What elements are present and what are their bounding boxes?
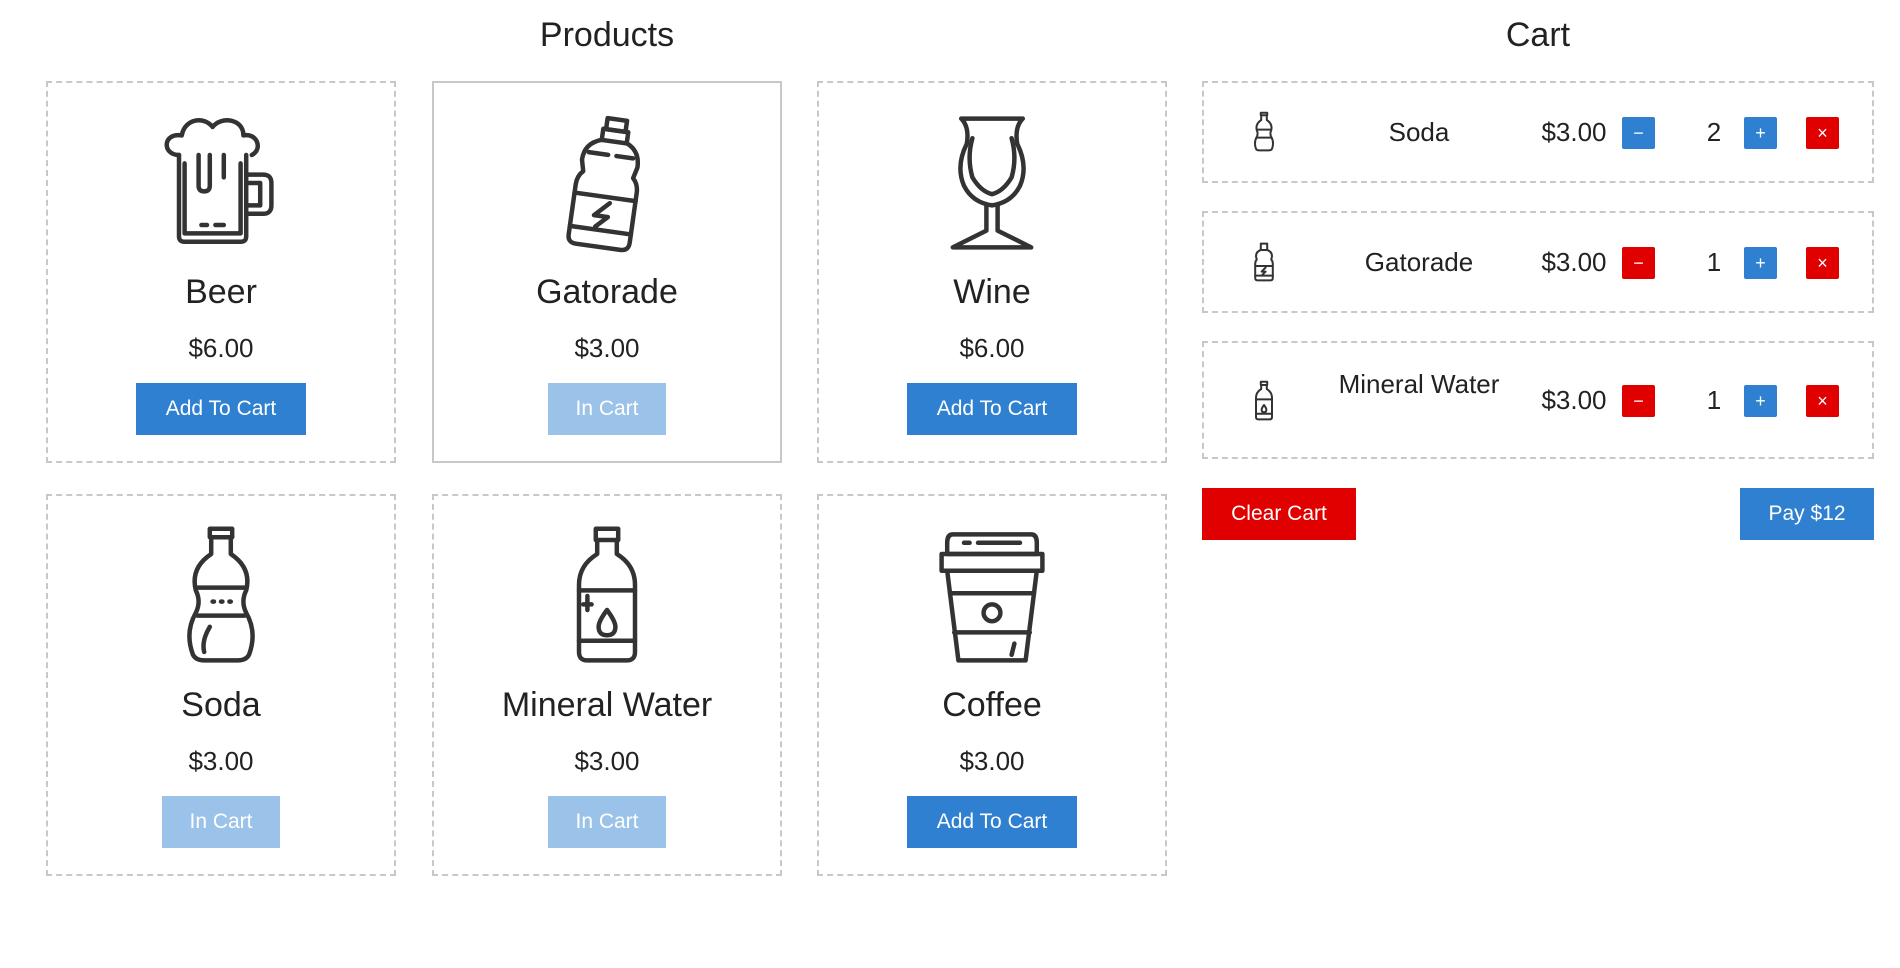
cart-item-gatorade: Gatorade $3.00 − 1 + ×	[1202, 211, 1874, 313]
product-name: Soda	[181, 686, 261, 724]
soda-bottle-icon	[48, 526, 394, 666]
cart-item-price: $3.00	[1541, 385, 1607, 415]
quantity-value: 2	[1706, 117, 1722, 147]
product-card-gatorade: Gatorade $3.00 In Cart	[432, 81, 782, 463]
in-cart-button[interactable]: In Cart	[548, 796, 666, 848]
sports-bottle-icon	[434, 113, 780, 253]
cart-item-name: Soda	[1388, 117, 1450, 147]
increase-quantity-button[interactable]: +	[1744, 385, 1777, 417]
clear-cart-button[interactable]: Clear Cart	[1202, 488, 1356, 540]
product-card-mineral-water: Mineral Water $3.00 In Cart	[432, 494, 782, 876]
product-price: $3.00	[959, 746, 1025, 776]
water-bottle-icon	[1244, 377, 1284, 425]
product-name: Gatorade	[536, 273, 678, 311]
cart-item-soda: Soda $3.00 − 2 + ×	[1202, 81, 1874, 183]
cart-item-name: Mineral Water	[1338, 369, 1500, 399]
product-card-coffee: Coffee $3.00 Add To Cart	[817, 494, 1167, 876]
cart-item-price: $3.00	[1541, 247, 1607, 277]
wine-glass-icon	[819, 113, 1165, 253]
cart-item-mineral-water: Mineral Water $3.00 − 1 + ×	[1202, 341, 1874, 459]
cart-item-price: $3.00	[1541, 117, 1607, 147]
water-bottle-icon	[434, 526, 780, 666]
in-cart-button[interactable]: In Cart	[548, 383, 666, 435]
product-name: Mineral Water	[501, 686, 713, 724]
product-name: Coffee	[942, 686, 1042, 724]
add-to-cart-button[interactable]: Add To Cart	[907, 383, 1077, 435]
cart-title: Cart	[1505, 16, 1571, 54]
remove-item-button[interactable]: ×	[1806, 247, 1839, 279]
decrease-quantity-button[interactable]: −	[1622, 247, 1655, 279]
quantity-value: 1	[1706, 247, 1722, 277]
product-name: Beer	[185, 273, 257, 311]
product-price: $6.00	[188, 333, 254, 363]
pay-button[interactable]: Pay $12	[1740, 488, 1874, 540]
product-name: Wine	[953, 273, 1031, 311]
coffee-cup-icon	[819, 526, 1165, 666]
product-card-soda: Soda $3.00 In Cart	[46, 494, 396, 876]
remove-item-button[interactable]: ×	[1806, 385, 1839, 417]
product-price: $3.00	[574, 333, 640, 363]
add-to-cart-button[interactable]: Add To Cart	[136, 383, 306, 435]
product-price: $6.00	[959, 333, 1025, 363]
increase-quantity-button[interactable]: +	[1744, 117, 1777, 149]
remove-item-button[interactable]: ×	[1806, 117, 1839, 149]
product-price: $3.00	[188, 746, 254, 776]
product-card-wine: Wine $6.00 Add To Cart	[817, 81, 1167, 463]
product-card-beer: Beer $6.00 Add To Cart	[46, 81, 396, 463]
quantity-value: 1	[1706, 385, 1722, 415]
decrease-quantity-button[interactable]: −	[1622, 385, 1655, 417]
product-price: $3.00	[574, 746, 640, 776]
soda-bottle-icon	[1244, 108, 1284, 156]
in-cart-button[interactable]: In Cart	[162, 796, 280, 848]
increase-quantity-button[interactable]: +	[1744, 247, 1777, 279]
add-to-cart-button[interactable]: Add To Cart	[907, 796, 1077, 848]
sports-bottle-icon	[1244, 238, 1284, 286]
products-title: Products	[539, 16, 675, 54]
beer-mug-icon	[48, 113, 394, 253]
decrease-quantity-button[interactable]: −	[1622, 117, 1655, 149]
cart-item-name: Gatorade	[1364, 247, 1474, 277]
